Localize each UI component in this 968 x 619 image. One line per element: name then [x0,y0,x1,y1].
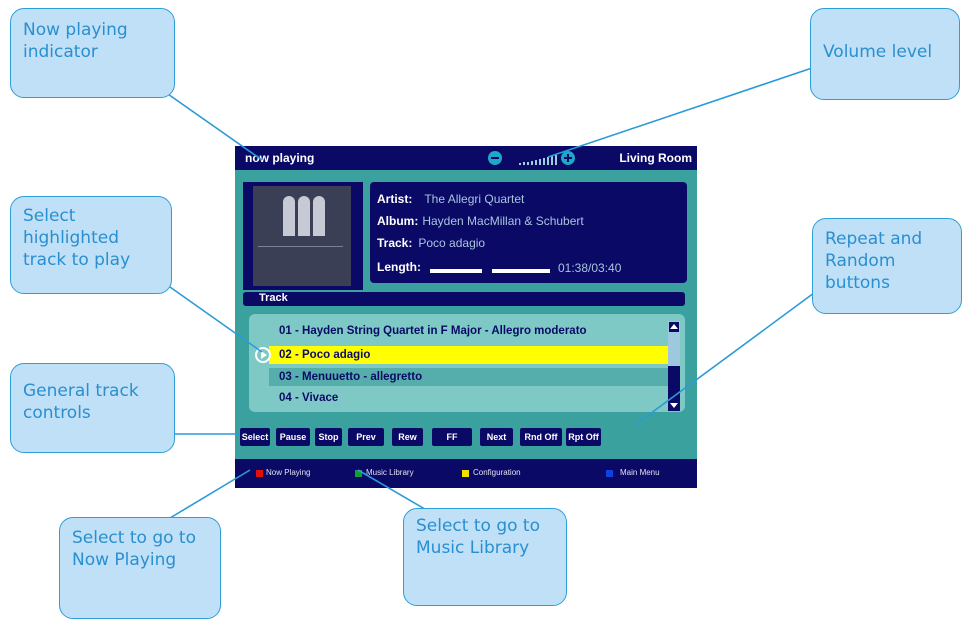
leader-repeat-random [634,289,819,426]
callout-general-controls: General track controls [10,363,175,453]
leader-select-track [169,286,263,353]
callout-go-music-library: Select to go to Music Library [403,508,567,606]
callout-volume-level: Volume level [810,8,960,100]
callout-now-playing-indicator: Now playing indicator [10,8,175,98]
callout-select-highlighted-track: Select highlighted track to play [10,196,172,294]
leader-now-playing [164,91,263,161]
callout-go-now-playing: Select to go to Now Playing [59,517,221,619]
leader-volume [547,67,813,158]
callout-repeat-random: Repeat and Random buttons [812,218,962,314]
